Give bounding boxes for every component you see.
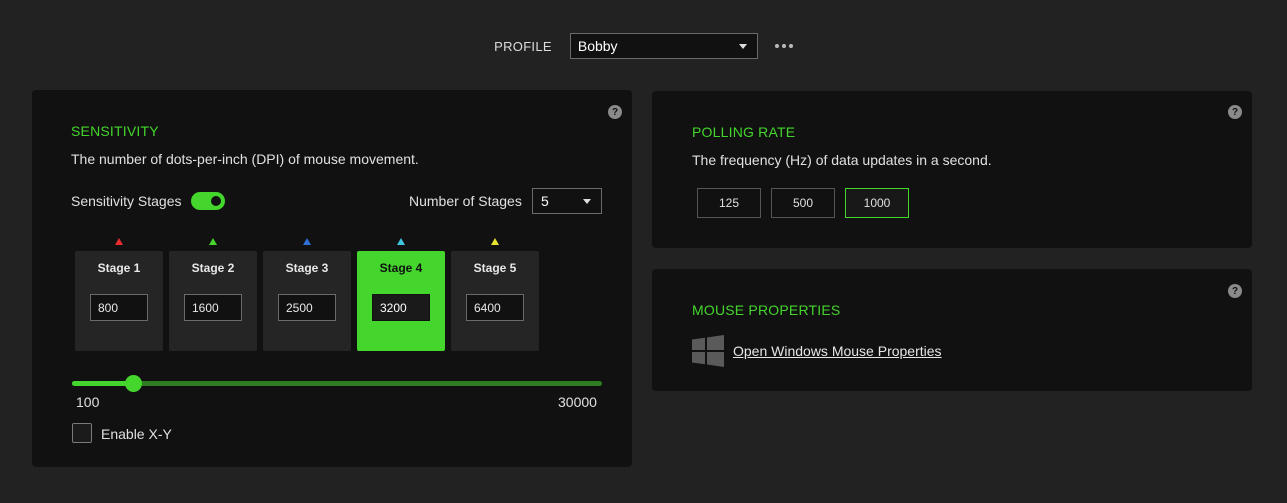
polling-rate-panel: ? POLLING RATE The frequency (Hz) of dat… bbox=[652, 91, 1252, 248]
help-icon[interactable]: ? bbox=[1228, 105, 1242, 119]
stage-name: Stage 1 bbox=[97, 261, 141, 275]
slider-max-label: 30000 bbox=[558, 394, 597, 410]
more-options-icon[interactable] bbox=[774, 44, 793, 48]
polling-rate-125-button[interactable]: 125 bbox=[697, 188, 761, 218]
help-icon[interactable]: ? bbox=[1228, 284, 1242, 298]
profile-select[interactable]: Bobby bbox=[569, 33, 758, 59]
profile-label: PROFILE bbox=[494, 38, 552, 54]
stage-5-card[interactable]: Stage 5 6400 bbox=[451, 251, 539, 351]
sensitivity-panel: ? SENSITIVITY The number of dots-per-inc… bbox=[32, 90, 632, 467]
enable-xy-checkbox[interactable] bbox=[72, 423, 92, 443]
sensitivity-stages-label: Sensitivity Stages bbox=[71, 193, 182, 209]
polling-rate-1000-button[interactable]: 1000 bbox=[845, 188, 909, 218]
sensitivity-title: SENSITIVITY bbox=[71, 123, 159, 139]
toggle-knob bbox=[209, 194, 223, 208]
stage-2-dpi-input[interactable]: 1600 bbox=[184, 294, 242, 321]
stage-name: Stage 4 bbox=[379, 261, 423, 275]
sensitivity-description: The number of dots-per-inch (DPI) of mou… bbox=[71, 151, 419, 167]
stage-2-indicator-icon bbox=[209, 238, 217, 245]
slider-min-label: 100 bbox=[76, 394, 100, 410]
dpi-slider-thumb[interactable] bbox=[125, 375, 142, 392]
stage-4-dpi-input[interactable]: 3200 bbox=[372, 294, 430, 321]
stage-5-indicator-icon bbox=[491, 238, 499, 245]
stage-name: Stage 3 bbox=[285, 261, 329, 275]
stage-2-card[interactable]: Stage 2 1600 bbox=[169, 251, 257, 351]
stage-3-card[interactable]: Stage 3 2500 bbox=[263, 251, 351, 351]
stage-3-indicator-icon bbox=[303, 238, 311, 245]
stage-1-dpi-input[interactable]: 800 bbox=[90, 294, 148, 321]
stage-1-indicator-icon bbox=[115, 238, 123, 245]
number-of-stages-value: 5 bbox=[541, 193, 549, 209]
stage-1-card[interactable]: Stage 1 800 bbox=[75, 251, 163, 351]
dpi-slider-track[interactable] bbox=[72, 381, 602, 386]
number-of-stages-label: Number of Stages bbox=[409, 193, 522, 209]
profile-bar: PROFILE Bobby bbox=[0, 33, 1287, 59]
help-icon[interactable]: ? bbox=[608, 105, 622, 119]
polling-rate-description: The frequency (Hz) of data updates in a … bbox=[692, 152, 992, 168]
stage-name: Stage 5 bbox=[473, 261, 517, 275]
mouse-properties-title: MOUSE PROPERTIES bbox=[692, 302, 841, 318]
stage-4-indicator-icon bbox=[397, 238, 405, 245]
stage-3-dpi-input[interactable]: 2500 bbox=[278, 294, 336, 321]
chevron-down-icon bbox=[738, 44, 747, 49]
polling-rate-500-button[interactable]: 500 bbox=[771, 188, 835, 218]
stage-4-card[interactable]: Stage 4 3200 bbox=[357, 251, 445, 351]
mouse-properties-panel: ? MOUSE PROPERTIES Open Windows Mouse Pr… bbox=[652, 269, 1252, 391]
number-of-stages-select[interactable]: 5 bbox=[532, 188, 602, 214]
profile-select-value: Bobby bbox=[577, 38, 618, 54]
polling-rate-title: POLLING RATE bbox=[692, 124, 796, 140]
stage-name: Stage 2 bbox=[191, 261, 235, 275]
sensitivity-stages-toggle[interactable] bbox=[191, 192, 225, 210]
chevron-down-icon bbox=[583, 199, 591, 204]
open-windows-mouse-properties-link[interactable]: Open Windows Mouse Properties bbox=[733, 343, 942, 359]
stage-5-dpi-input[interactable]: 6400 bbox=[466, 294, 524, 321]
enable-xy-label: Enable X-Y bbox=[101, 426, 172, 442]
windows-logo-icon bbox=[692, 335, 724, 367]
